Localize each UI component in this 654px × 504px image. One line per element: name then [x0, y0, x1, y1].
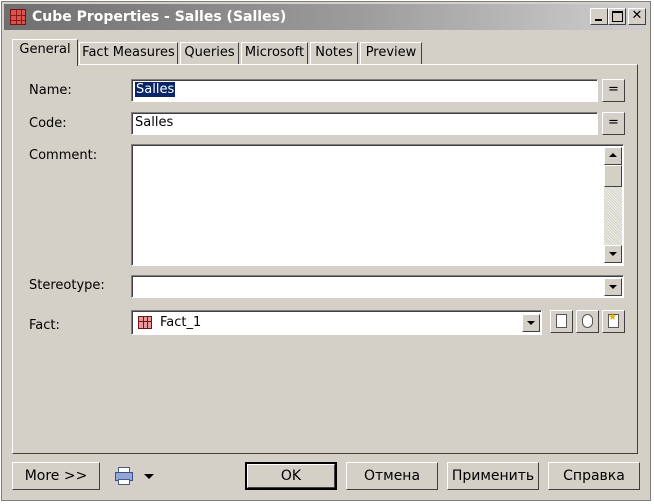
name-label: Name: [29, 83, 72, 98]
arrow-up-icon [609, 153, 617, 157]
maximize-icon [612, 11, 623, 22]
fact-combobox[interactable]: Fact_1 [131, 310, 542, 335]
comment-scroll-track[interactable] [604, 187, 622, 245]
cube-icon [10, 9, 26, 25]
name-value: Salles [135, 82, 176, 97]
comment-label: Comment: [29, 148, 98, 163]
code-equals-button[interactable]: = [602, 112, 625, 135]
fact-select-button[interactable] [576, 310, 599, 333]
apply-button[interactable]: Применить [447, 462, 539, 490]
minimize-icon [595, 19, 602, 21]
code-field[interactable]: Salles [131, 112, 598, 135]
tab-general[interactable]: General [12, 39, 78, 66]
code-value: Salles [135, 115, 174, 130]
tab-queries[interactable]: Queries [180, 42, 239, 64]
printer-icon[interactable] [114, 466, 134, 486]
stereotype-dropdown-button[interactable] [604, 278, 622, 296]
ok-button-label: OK [280, 468, 302, 484]
help-button[interactable]: Справка [548, 462, 640, 490]
close-icon: ✕ [631, 8, 643, 23]
tab-preview[interactable]: Preview [360, 42, 422, 64]
tab-microsoft[interactable]: Microsoft [241, 42, 308, 64]
fact-label: Fact: [29, 318, 60, 333]
code-label: Code: [29, 116, 67, 131]
stereotype-combobox[interactable] [131, 275, 624, 298]
fact-table-icon [138, 316, 152, 329]
arrow-down-icon [609, 252, 617, 256]
comment-scroll-thumb[interactable] [604, 165, 622, 187]
name-field[interactable]: Salles [131, 79, 598, 102]
comment-scroll-up-button[interactable] [604, 147, 622, 165]
maximize-button[interactable] [608, 8, 626, 25]
tab-fact-measures[interactable]: Fact Measures [79, 42, 178, 64]
fact-dropdown-button[interactable] [522, 314, 540, 332]
more-button[interactable]: More >> [12, 462, 100, 490]
chevron-down-icon [609, 285, 617, 289]
name-equals-button[interactable]: = [602, 79, 625, 102]
cube-properties-dialog: Cube Properties - Salles (Salles) ✕ Gene… [1, 1, 651, 501]
select-object-icon [582, 314, 593, 328]
minimize-button[interactable] [590, 8, 608, 25]
fact-value: Fact_1 [160, 315, 202, 330]
cancel-button[interactable]: Отмена [346, 462, 438, 490]
properties-icon: ★ [608, 312, 619, 328]
print-options-chevron-down-icon[interactable] [144, 474, 154, 479]
fact-create-button[interactable] [550, 310, 573, 333]
comment-field[interactable] [131, 144, 624, 266]
ok-button[interactable]: OK [245, 462, 337, 490]
stereotype-label: Stereotype: [29, 278, 105, 293]
new-document-icon [556, 314, 567, 328]
tab-notes[interactable]: Notes [310, 42, 358, 64]
fact-properties-button[interactable]: ★ [602, 310, 625, 333]
comment-scroll-down-button[interactable] [604, 245, 622, 263]
window-title: Cube Properties - Salles (Salles) [32, 9, 287, 25]
chevron-down-icon [527, 321, 535, 325]
title-bar: Cube Properties - Salles (Salles) ✕ [4, 4, 648, 30]
close-button[interactable]: ✕ [628, 8, 646, 25]
